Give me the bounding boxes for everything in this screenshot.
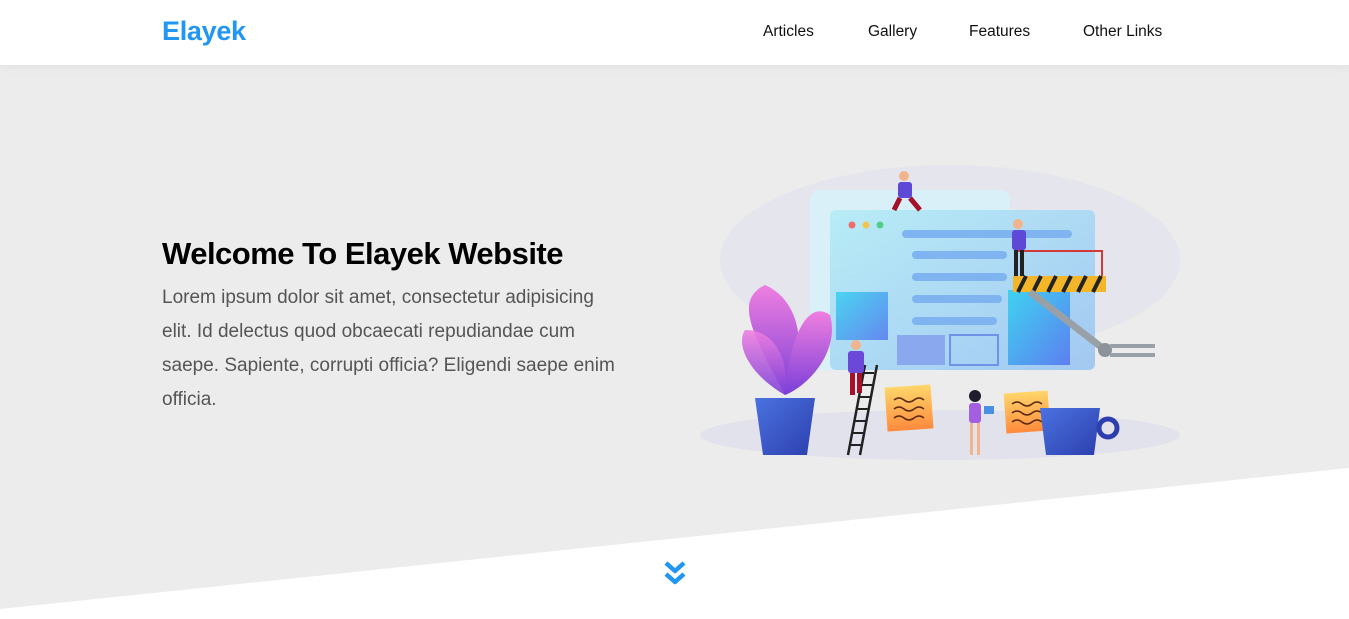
nav-link-other-links[interactable]: Other Links <box>1083 23 1162 41</box>
nav-link-gallery[interactable]: Gallery <box>868 23 917 41</box>
hero-title: Welcome To Elayek Website <box>162 236 564 271</box>
hero-text: Lorem ipsum dolor sit amet, consectetur … <box>162 287 615 410</box>
site-header: Elayek Articles Gallery Features Other L… <box>0 0 1349 65</box>
double-chevron-down-icon[interactable] <box>663 560 687 588</box>
nav-link-features[interactable]: Features <box>969 23 1030 41</box>
main-nav: Articles Gallery Features Other Links <box>0 23 1349 43</box>
website-building-illustration <box>700 165 1180 460</box>
nav-link-articles[interactable]: Articles <box>763 23 814 41</box>
